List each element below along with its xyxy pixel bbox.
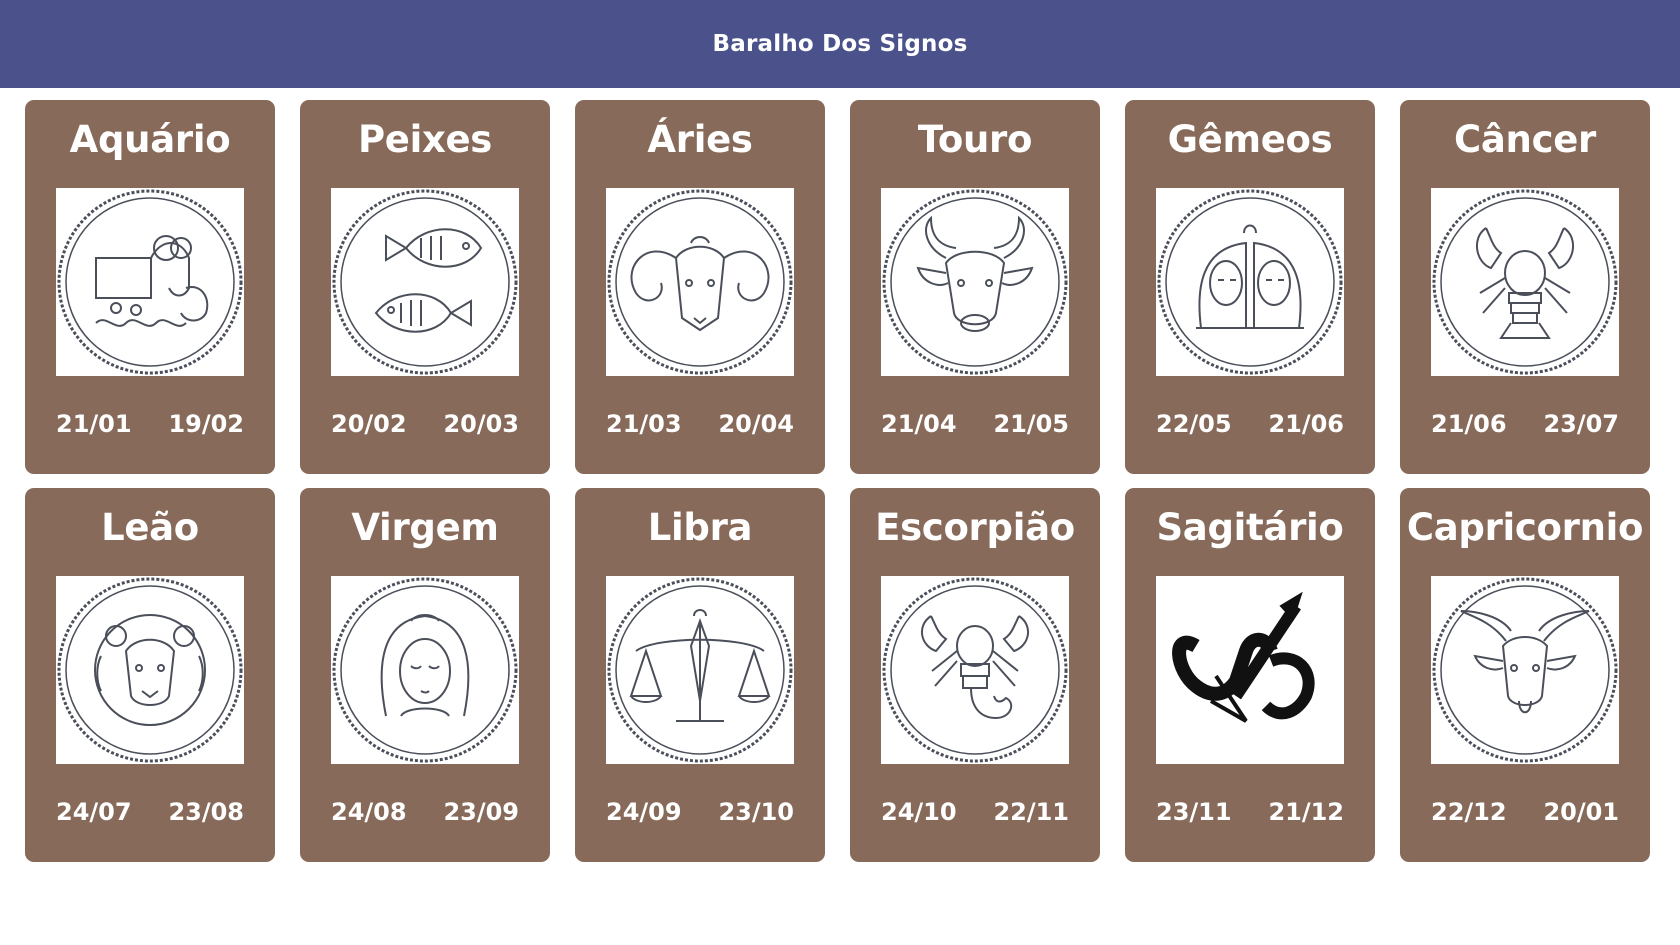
- card-title: Câncer: [1454, 118, 1596, 161]
- end-date: 23/09: [443, 798, 519, 826]
- taurus-emblem-icon: [881, 188, 1069, 376]
- end-date: 23/10: [718, 798, 794, 826]
- cancer-emblem-icon: [1431, 188, 1619, 376]
- start-date: 21/06: [1431, 410, 1507, 438]
- card-title: Áries: [647, 118, 753, 161]
- end-date: 20/04: [718, 410, 794, 438]
- card-sagitario[interactable]: Sagitário 23/11 21/12: [1125, 488, 1375, 862]
- pisces-emblem-icon: [331, 188, 519, 376]
- virgo-emblem-icon: [331, 576, 519, 764]
- end-date: 20/03: [443, 410, 519, 438]
- app-header: Baralho Dos Signos: [0, 0, 1680, 88]
- card-aquario[interactable]: Aquário 21/01 19/02: [25, 100, 275, 474]
- card-title: Leão: [101, 506, 199, 549]
- card-title: Virgem: [351, 506, 499, 549]
- start-date: 24/07: [56, 798, 132, 826]
- card-title: Aquário: [69, 118, 231, 161]
- start-date: 20/02: [331, 410, 407, 438]
- card-aries[interactable]: Áries 21/03 20/04: [575, 100, 825, 474]
- end-date: 21/12: [1268, 798, 1344, 826]
- start-date: 24/09: [606, 798, 682, 826]
- libra-emblem-icon: [606, 576, 794, 764]
- end-date: 22/11: [993, 798, 1069, 826]
- card-title: Touro: [917, 118, 1033, 161]
- start-date: 21/03: [606, 410, 682, 438]
- start-date: 24/10: [881, 798, 957, 826]
- card-cancer[interactable]: Câncer 21/06 23/07: [1400, 100, 1650, 474]
- start-date: 21/04: [881, 410, 957, 438]
- zodiac-card-grid: Aquário 21/01 19/02 Peixes 20/02 20/03 Á…: [0, 88, 1680, 945]
- gemini-emblem-icon: [1156, 188, 1344, 376]
- sagittarius-symbol-icon: [1156, 576, 1344, 764]
- card-peixes[interactable]: Peixes 20/02 20/03: [300, 100, 550, 474]
- aries-emblem-icon: [606, 188, 794, 376]
- start-date: 21/01: [56, 410, 132, 438]
- end-date: 21/05: [993, 410, 1069, 438]
- page-title: Baralho Dos Signos: [712, 31, 968, 57]
- card-title: Gêmeos: [1167, 118, 1333, 161]
- capricorn-emblem-icon: [1431, 576, 1619, 764]
- card-title: Libra: [647, 506, 753, 549]
- card-virgem[interactable]: Virgem 24/08 23/09: [300, 488, 550, 862]
- start-date: 22/05: [1156, 410, 1232, 438]
- card-title: Sagitário: [1156, 506, 1344, 549]
- card-touro[interactable]: Touro 21/04 21/05: [850, 100, 1100, 474]
- start-date: 24/08: [331, 798, 407, 826]
- start-date: 22/12: [1431, 798, 1507, 826]
- start-date: 23/11: [1156, 798, 1232, 826]
- card-capricornio[interactable]: Capricornio 22/12 20/01: [1400, 488, 1650, 862]
- end-date: 23/08: [168, 798, 244, 826]
- card-gemeos[interactable]: Gêmeos 22/05 21/06: [1125, 100, 1375, 474]
- card-title: Capricornio: [1406, 506, 1644, 549]
- card-libra[interactable]: Libra 24/09 23/10: [575, 488, 825, 862]
- end-date: 23/07: [1543, 410, 1619, 438]
- end-date: 20/01: [1543, 798, 1619, 826]
- leo-emblem-icon: [56, 576, 244, 764]
- end-date: 19/02: [168, 410, 244, 438]
- card-title: Escorpião: [875, 506, 1075, 549]
- card-escorpiao[interactable]: Escorpião 24/10 22/11: [850, 488, 1100, 862]
- end-date: 21/06: [1268, 410, 1344, 438]
- scorpio-emblem-icon: [881, 576, 1069, 764]
- card-leao[interactable]: Leão 24/07 23/08: [25, 488, 275, 862]
- aquarius-emblem-icon: [56, 188, 244, 376]
- card-title: Peixes: [357, 118, 493, 161]
